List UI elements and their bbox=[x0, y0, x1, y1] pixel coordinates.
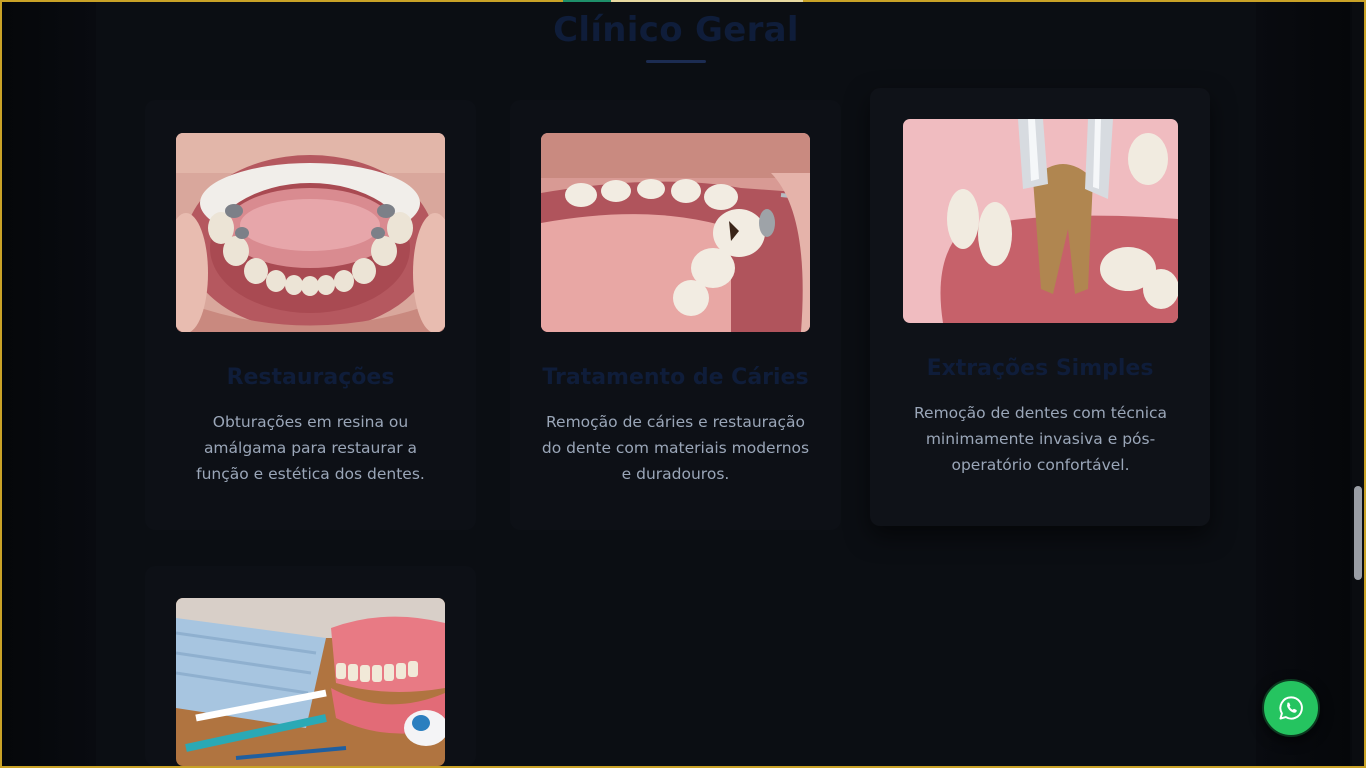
card-description-extracoes-simples: Remoção de dentes com técnica minimament… bbox=[913, 404, 1168, 474]
card-title-tratamento-caries: Tratamento de Cáries bbox=[542, 365, 809, 390]
section-title: Clínico Geral bbox=[553, 10, 799, 50]
card-description-tratamento-caries: Remoção de cáries e restauração do dente… bbox=[541, 413, 810, 483]
top-accent-cream bbox=[611, 0, 803, 2]
title-underline bbox=[646, 60, 706, 63]
card-description-restauracoes: Obturações em resina ou amálgama para re… bbox=[196, 413, 425, 483]
page-scrollbar-track[interactable] bbox=[1352, 2, 1364, 766]
card-image-restauracoes bbox=[176, 133, 445, 332]
card-title-extracoes-simples: Extrações Simples bbox=[926, 356, 1154, 381]
whatsapp-icon bbox=[1279, 696, 1303, 720]
card-image-dental-hygiene bbox=[176, 598, 445, 766]
card-image-extracoes-simples bbox=[903, 119, 1178, 323]
right-gutter bbox=[1256, 2, 1350, 766]
card-title-restauracoes: Restaurações bbox=[226, 365, 395, 390]
whatsapp-button[interactable] bbox=[1262, 679, 1320, 737]
left-gutter bbox=[2, 2, 96, 766]
top-accent-green bbox=[563, 0, 611, 2]
page-scrollbar-thumb[interactable] bbox=[1354, 486, 1362, 580]
card-image-tratamento-caries bbox=[541, 133, 810, 332]
